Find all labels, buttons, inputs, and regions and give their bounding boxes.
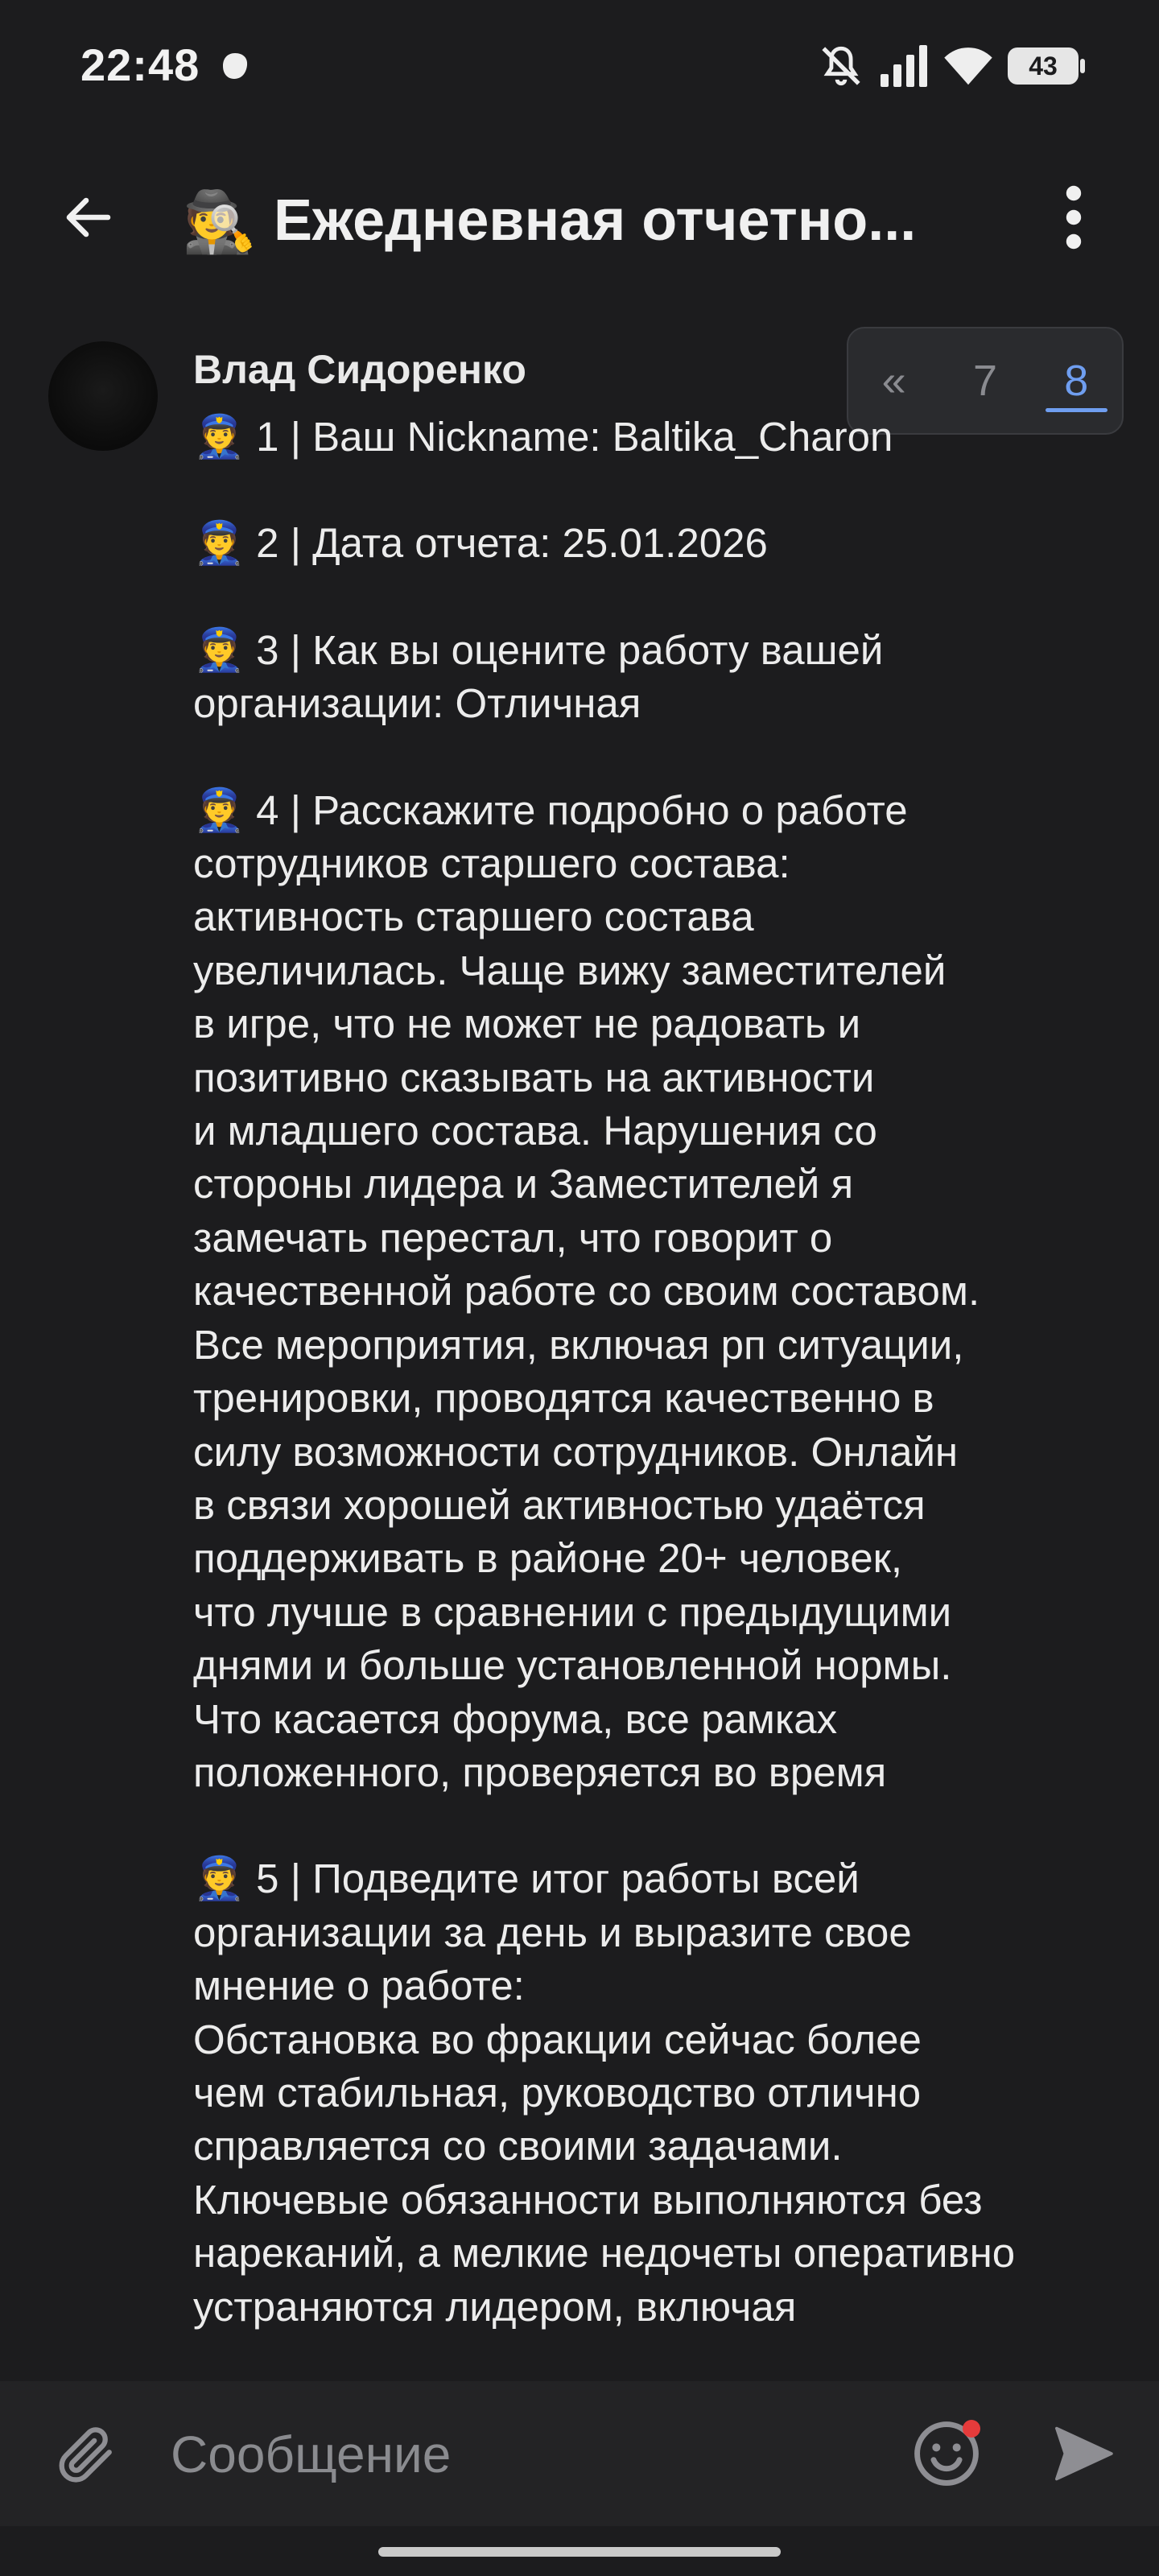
report-item-4: 👮 4 | Расскажите подробно о работе сотру…	[193, 784, 1119, 1800]
police-officer-emoji-icon: 👮	[193, 626, 245, 674]
wifi-icon	[944, 47, 992, 85]
message-line: 👮 2 | Дата отчета: 25.01.2026	[193, 517, 1119, 570]
status-icons: 43	[818, 42, 1085, 90]
report-item-3: 👮 3 | Как вы оцените работу вашей органи…	[193, 624, 1119, 731]
app-notification-icon	[223, 53, 248, 79]
message-text: 👮 1 | Ваш Nickname: Baltika_Charon 👮 2 |…	[193, 411, 1119, 2334]
chat-title[interactable]: Ежедневная отчетно...	[274, 180, 982, 261]
message-line: поддерживать в районе 20+ человек,	[193, 1535, 903, 1582]
message-line: в связи хорошей активностью удаётся	[193, 1481, 926, 1528]
chat-header: 🕵️ Ежедневная отчетно...	[0, 153, 1159, 266]
home-indicator[interactable]	[378, 2547, 781, 2557]
message-line: силу возможности сотрудников. Онлайн	[193, 1428, 959, 1475]
message-line: Все мероприятия, включая рп ситуации,	[193, 1321, 964, 1368]
police-officer-emoji-icon: 👮	[193, 1856, 245, 1903]
more-vertical-icon	[1066, 185, 1082, 250]
message-line: сотрудников старшего состава:	[193, 840, 790, 887]
message-line: Что касается форума, все рамках	[193, 1695, 838, 1742]
battery-icon: 43	[1008, 47, 1085, 85]
detective-emoji-icon: 🕵️	[182, 188, 258, 255]
police-officer-emoji-icon: 👮	[193, 520, 245, 568]
emoji-button[interactable]	[906, 2413, 987, 2494]
attach-button[interactable]	[45, 2413, 126, 2494]
message-line: Ключевые обязанности выполняются без	[193, 2176, 983, 2223]
message-line: и младшего состава. Нарушения со	[193, 1108, 877, 1154]
avatar[interactable]	[48, 341, 158, 451]
message-input[interactable]	[169, 2413, 864, 2496]
message-line: днями и больше установленной нормы.	[193, 1642, 952, 1689]
report-item-1: 👮 1 | Ваш Nickname: Baltika_Charon	[193, 411, 1119, 464]
message-line: Обстановка во фракции сейчас более	[193, 2016, 922, 2062]
message-line: 👮 3 | Как вы оцените работу вашей	[193, 624, 1119, 677]
message-line: активность старшего состава	[193, 894, 754, 940]
message-line: 👮 5 | Подведите итог работы всей	[193, 1852, 1119, 1905]
message-line: увеличилась. Чаще вижу заместителей	[193, 947, 947, 993]
message-author[interactable]: Влад Сидоренко	[193, 346, 526, 393]
message-line: нареканий, а мелкие недочеты оперативно	[193, 2230, 1016, 2277]
message-line: что лучше в сравнении с предыдущими	[193, 1588, 952, 1635]
message-composer	[0, 2381, 1159, 2526]
message-line: справляется со своими задачами.	[193, 2123, 843, 2169]
mute-bell-icon	[822, 46, 860, 86]
status-bar: 22:48 43	[0, 0, 1159, 137]
paperclip-icon	[59, 2427, 112, 2483]
message-line: мнение о работе:	[193, 1963, 525, 2009]
message-line: чем стабильная, руководство отлично	[193, 2069, 922, 2116]
message-line: 👮 1 | Ваш Nickname: Baltika_Charon	[193, 411, 1119, 464]
message-line: положенного, проверяется во время	[193, 1748, 887, 1795]
message-line: стороны лидера и Заместителей я	[193, 1161, 854, 1208]
police-officer-emoji-icon: 👮	[193, 414, 245, 460]
status-time: 22:48	[80, 39, 200, 90]
message-line: качественной работе со своим составом.	[193, 1268, 980, 1315]
message-line: устраняются лидером, включая	[193, 2283, 797, 2330]
signal-icon	[881, 45, 927, 87]
message-line: организации: Отличная	[193, 680, 641, 727]
back-button[interactable]	[48, 177, 129, 258]
send-button[interactable]	[1043, 2413, 1124, 2494]
send-icon	[1055, 2426, 1113, 2481]
message-line: 👮 4 | Расскажите подробно о работе	[193, 784, 1119, 837]
more-options-button[interactable]	[1033, 177, 1114, 258]
message-line: позитивно сказывать на активности	[193, 1054, 875, 1100]
report-item-2: 👮 2 | Дата отчета: 25.01.2026	[193, 517, 1119, 570]
arrow-left-icon	[66, 197, 111, 237]
police-officer-emoji-icon: 👮	[193, 786, 245, 834]
message-line: замечать перестал, что говорит о	[193, 1214, 833, 1261]
message-line: в игре, что не может не радовать и	[193, 1001, 861, 1047]
notification-dot	[963, 2420, 980, 2438]
report-item-5: 👮 5 | Подведите итог работы всей организ…	[193, 1852, 1119, 2334]
message-line: тренировки, проводятся качественно в	[193, 1375, 934, 1422]
message-line: организации за день и выразите свое	[193, 1909, 912, 1955]
